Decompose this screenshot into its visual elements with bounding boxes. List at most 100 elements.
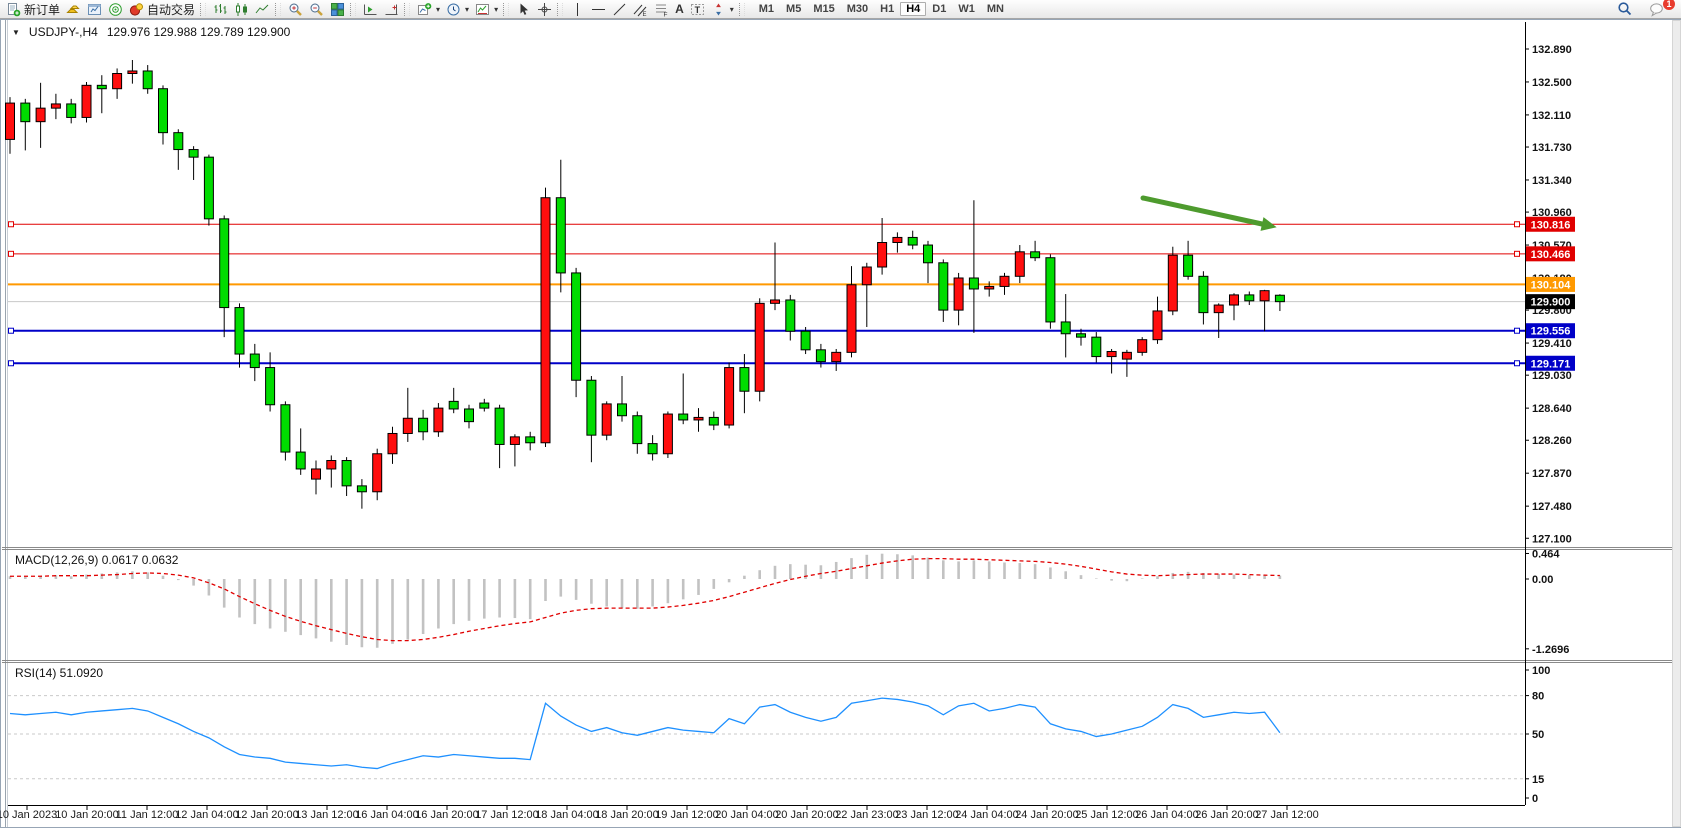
vertical-line-icon (570, 2, 585, 17)
line-chart-icon (255, 2, 270, 17)
timeframe-button-m15[interactable]: M15 (807, 2, 840, 16)
price-line-badge-label: 130.104 (1531, 279, 1572, 291)
horizontal-line-tool-button[interactable] (588, 1, 609, 18)
bar-chart-type-button[interactable] (210, 1, 231, 18)
timeframe-button-m5[interactable]: M5 (780, 2, 807, 16)
cursor-tool-button[interactable] (513, 1, 534, 18)
new-order-button[interactable]: 新订单 (3, 1, 63, 18)
timeframe-button-d1[interactable]: D1 (926, 2, 952, 16)
candle (1092, 337, 1101, 356)
trendline-tool-button[interactable] (609, 1, 630, 18)
timeframe-button-h1[interactable]: H1 (874, 2, 900, 16)
line-chart-type-button[interactable] (252, 1, 273, 18)
rsi-tick-label: 100 (1532, 665, 1550, 677)
candle (832, 352, 841, 361)
price-line-handle[interactable] (9, 222, 14, 227)
macd-tick-label: 0.00 (1532, 574, 1553, 586)
candle (709, 417, 718, 425)
toolbar-grip[interactable] (200, 3, 206, 16)
right-scrollbar[interactable] (1673, 21, 1681, 827)
chart-window-icon (87, 2, 102, 17)
chart-shift-button[interactable] (381, 1, 402, 18)
price-line-handle[interactable] (1515, 361, 1520, 366)
toolbar-grip[interactable] (404, 3, 410, 16)
candle (36, 108, 45, 122)
time-tick-label: 12 Jan 04:00 (175, 809, 239, 821)
timeframe-button-mn[interactable]: MN (981, 2, 1010, 16)
notifications-button[interactable]: 1 (1646, 1, 1668, 18)
candle (250, 354, 259, 368)
time-tick-label: 20 Jan 04:00 (715, 809, 779, 821)
auto-scroll-button[interactable] (360, 1, 381, 18)
channel-tool-button[interactable]: E (630, 1, 651, 18)
time-tick-label: 16 Jan 04:00 (355, 809, 419, 821)
search-button[interactable] (1614, 1, 1636, 18)
zoom-out-button[interactable] (306, 1, 327, 18)
timeframe-button-m1[interactable]: M1 (753, 2, 780, 16)
price-line-handle[interactable] (9, 328, 14, 333)
candle (1245, 295, 1254, 301)
dropdown-caret-icon: ▾ (730, 5, 734, 14)
candle (51, 104, 60, 108)
candle (159, 89, 168, 133)
mt4-terminal: 新订单 自动交易 (0, 0, 1681, 828)
timeframe-button-h4[interactable]: H4 (900, 2, 926, 16)
toolbar-grip[interactable] (350, 3, 356, 16)
price-line-badge-label: 130.466 (1531, 249, 1571, 261)
tile-windows-button[interactable] (327, 1, 348, 18)
bar-chart-icon (213, 2, 228, 17)
crosshair-tool-button[interactable] (534, 1, 555, 18)
time-tick-label: 10 Jan 20:00 (55, 809, 119, 821)
toolbar-grip[interactable] (503, 3, 509, 16)
timeframe-button-w1[interactable]: W1 (952, 2, 981, 16)
candle (449, 401, 458, 409)
support-button[interactable] (105, 1, 126, 18)
auto-trading-label: 自动交易 (147, 1, 195, 18)
vertical-line-tool-button[interactable] (567, 1, 588, 18)
fibonacci-tool-button[interactable]: F (651, 1, 672, 18)
arrows-tool-button[interactable]: ▾ (708, 1, 737, 18)
text-label-tool-button[interactable]: T (687, 1, 708, 18)
price-tick-label: 128.640 (1532, 403, 1572, 415)
periods-button[interactable]: ▾ (443, 1, 472, 18)
time-tick-label: 19 Jan 12:00 (655, 809, 719, 821)
indicators-button[interactable]: ▾ (414, 1, 443, 18)
candle (1230, 295, 1239, 305)
candlestick-chart-type-button[interactable] (231, 1, 252, 18)
candle (663, 414, 672, 454)
price-line-handle[interactable] (1515, 251, 1520, 256)
price-line-handle[interactable] (9, 251, 14, 256)
fibonacci-icon: F (654, 2, 669, 17)
chart-menu-arrow-icon[interactable]: ▼ (12, 28, 20, 37)
cursor-icon (516, 2, 531, 17)
zoom-in-button[interactable] (285, 1, 306, 18)
candle (602, 404, 611, 435)
candle (862, 267, 871, 285)
candle (541, 198, 550, 443)
candle (1214, 305, 1223, 313)
dropdown-caret-icon: ▾ (494, 5, 498, 14)
candle (357, 486, 366, 492)
timeframe-toolbar: M1M5M15M30H1H4D1W1MN (753, 2, 1010, 16)
price-line-handle[interactable] (1515, 222, 1520, 227)
text-tool-button[interactable]: A (672, 1, 687, 18)
auto-trading-button[interactable]: 自动交易 (126, 1, 198, 18)
horizontal-line-icon (591, 2, 606, 17)
toolbar-grip[interactable] (739, 3, 745, 16)
candle (388, 433, 397, 453)
candle (878, 243, 887, 268)
toolbar-grip[interactable] (275, 3, 281, 16)
gold-chart-button[interactable] (63, 1, 84, 18)
templates-button[interactable]: ▾ (472, 1, 501, 18)
candle (1168, 255, 1177, 311)
price-line-handle[interactable] (1515, 328, 1520, 333)
macd-tick-label: 0.464 (1532, 548, 1560, 560)
market-watch-button[interactable] (84, 1, 105, 18)
candle (465, 409, 474, 422)
price-chart-canvas[interactable]: 132.890132.500132.110131.730131.340130.9… (0, 0, 1681, 828)
price-tick-label: 132.500 (1532, 77, 1572, 89)
toolbar-grip[interactable] (557, 3, 563, 16)
price-line-handle[interactable] (9, 361, 14, 366)
candle (771, 300, 780, 303)
timeframe-button-m30[interactable]: M30 (841, 2, 874, 16)
